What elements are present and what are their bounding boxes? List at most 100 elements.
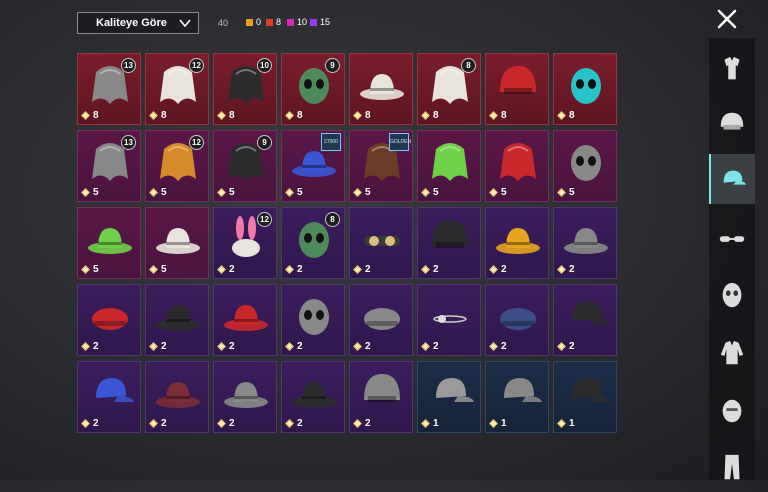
item-tile[interactable]: 2 (553, 207, 617, 279)
category-tab[interactable] (709, 98, 755, 148)
item-tile[interactable]: 12 2 (213, 207, 277, 279)
diamond-icon (285, 265, 294, 274)
item-tile[interactable]: 1 (553, 361, 617, 433)
item-tile[interactable]: 12 8 (145, 53, 209, 125)
maroon-hat-icon (156, 382, 200, 408)
level-badge: 12 (189, 58, 204, 73)
item-count-value: 2 (569, 264, 575, 275)
close-icon[interactable] (714, 6, 740, 32)
item-tile[interactable]: 2 (417, 207, 481, 279)
item-tile[interactable]: 5 (553, 130, 617, 202)
item-count: 2 (489, 341, 507, 352)
level-badge: 8 (461, 58, 476, 73)
item-count-value: 2 (297, 418, 303, 429)
knit-beanie-icon (364, 308, 400, 330)
category-tab[interactable] (709, 442, 755, 492)
item-tile[interactable]: 2 (485, 207, 549, 279)
item-count-value: 8 (501, 110, 507, 121)
trucker-cap-icon (504, 378, 542, 402)
item-tile[interactable]: 1 (417, 361, 481, 433)
diamond-icon (285, 419, 294, 428)
item-count: 2 (421, 341, 439, 352)
item-tile[interactable]: 2 (349, 284, 413, 356)
item-tile[interactable]: 2 (281, 284, 345, 356)
item-count: 5 (489, 187, 507, 198)
item-count-value: 5 (297, 187, 303, 198)
item-tile[interactable]: 27000 5 (281, 130, 345, 202)
item-tile[interactable]: 2 (145, 361, 209, 433)
item-count-value: 2 (297, 264, 303, 275)
item-count-value: 2 (365, 341, 371, 352)
category-tab[interactable] (709, 154, 755, 204)
item-tile[interactable]: 5 (417, 130, 481, 202)
diamond-icon (489, 265, 498, 274)
item-tile[interactable]: 95 (213, 130, 277, 202)
item-tile[interactable]: 8 (553, 53, 617, 125)
item-count-value: 2 (433, 341, 439, 352)
cyan-horned-mask-icon (571, 68, 601, 104)
item-count-value: 8 (297, 110, 303, 121)
item-tile[interactable]: 88 (417, 53, 481, 125)
sort-dropdown[interactable]: Kaliteye Göre (77, 12, 199, 34)
item-count: 2 (217, 418, 235, 429)
item-tile[interactable]: 2 (349, 207, 413, 279)
item-count: 5 (149, 187, 167, 198)
category-tab[interactable] (709, 328, 755, 378)
item-count: 2 (285, 341, 303, 352)
item-tag-badge: 27000 (321, 133, 341, 151)
item-tile[interactable]: 12 5 (145, 130, 209, 202)
item-tile[interactable]: 2 (213, 361, 277, 433)
item-tile[interactable]: 10 8 (213, 53, 277, 125)
diamond-icon (489, 111, 498, 120)
item-tile[interactable]: 13 5 (77, 130, 141, 202)
diamond-icon (217, 419, 226, 428)
item-tile[interactable]: GOLDEN 5 (349, 130, 413, 202)
item-tile[interactable]: 82 (281, 207, 345, 279)
item-tile[interactable]: 2 (145, 284, 209, 356)
item-tile[interactable]: 2 (77, 284, 141, 356)
item-count-value: 8 (569, 110, 575, 121)
cap-icon (723, 170, 747, 185)
item-count: 2 (217, 264, 235, 275)
item-count-value: 8 (433, 110, 439, 121)
item-count: 2 (81, 418, 99, 429)
item-count-value: 2 (161, 341, 167, 352)
item-count: 5 (81, 264, 99, 275)
item-tile[interactable]: 2 (553, 284, 617, 356)
item-tile[interactable]: 13 8 (77, 53, 141, 125)
diamond-icon (421, 111, 430, 120)
quality-count: 10 (287, 17, 307, 27)
category-tab[interactable] (709, 214, 755, 264)
item-tile[interactable]: 1 (485, 361, 549, 433)
gray-flat-cap-icon (436, 378, 474, 402)
category-tab[interactable] (709, 44, 755, 94)
diamond-icon (285, 342, 294, 351)
item-count: 1 (557, 418, 575, 429)
item-tile[interactable]: 2 (213, 284, 277, 356)
category-tab[interactable] (709, 386, 755, 436)
diamond-icon (149, 419, 158, 428)
item-count-value: 5 (569, 187, 575, 198)
level-badge: 8 (325, 212, 340, 227)
item-tile[interactable]: 5 (77, 207, 141, 279)
item-count: 2 (557, 264, 575, 275)
item-count: 2 (489, 264, 507, 275)
item-tile[interactable]: 8 (485, 53, 549, 125)
red-helmet-icon (500, 66, 536, 94)
item-tile[interactable]: 2 (417, 284, 481, 356)
item-tile[interactable]: 2 (77, 361, 141, 433)
item-tile[interactable]: 8 (349, 53, 413, 125)
item-count-value: 1 (433, 418, 439, 429)
item-tile[interactable]: 2 (349, 361, 413, 433)
category-tab[interactable] (709, 270, 755, 320)
item-count: 8 (149, 110, 167, 121)
item-tile[interactable]: 5 (485, 130, 549, 202)
diamond-icon (421, 188, 430, 197)
item-tile[interactable]: 2 (281, 361, 345, 433)
diamond-icon (489, 188, 498, 197)
item-tile[interactable]: 98 (281, 53, 345, 125)
item-tile[interactable]: 2 (485, 284, 549, 356)
diamond-icon (489, 342, 498, 351)
item-tile[interactable]: 5 (145, 207, 209, 279)
quality-swatch (246, 18, 253, 26)
